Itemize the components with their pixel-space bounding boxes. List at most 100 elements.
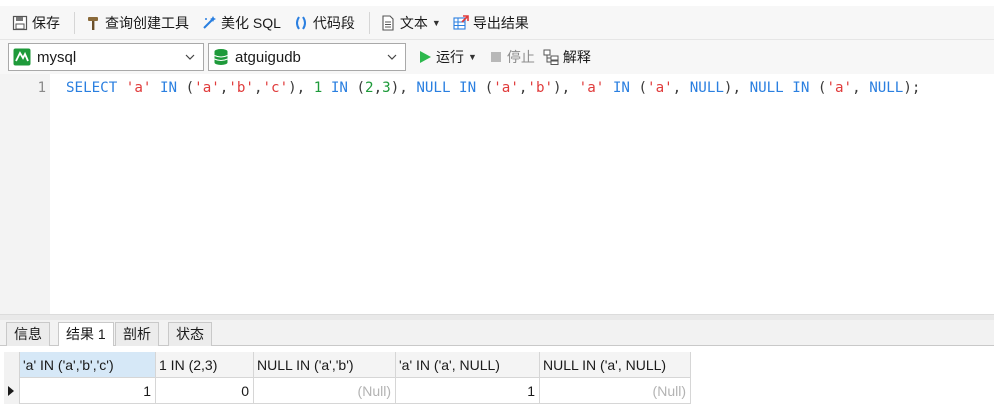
sql-whitespace (604, 80, 613, 96)
main-toolbar: 保存 查询创建工具 美化 SQL 代码段 文本 ▼ 导出结果 (0, 6, 994, 40)
stop-label: 停止 (506, 49, 535, 65)
sql-string-literal: 'a' (647, 80, 673, 96)
export-result-button[interactable]: 导出结果 (449, 11, 533, 35)
sql-punctuation: ( (185, 80, 195, 96)
sql-keyword: SELECT (66, 80, 118, 96)
sql-punctuation: , (732, 80, 742, 96)
sql-punctuation: ) (288, 80, 297, 96)
sql-whitespace (861, 80, 870, 96)
table-cell[interactable]: 1 (20, 378, 156, 404)
text-label: 文本 (399, 14, 428, 31)
beautify-sql-label: 美化 SQL (221, 14, 281, 31)
parentheses-icon (295, 15, 306, 30)
column-header[interactable]: NULL IN ('a','b') (254, 352, 396, 378)
sql-punctuation: , (672, 80, 682, 96)
sql-whitespace (570, 80, 579, 96)
sql-whitespace (784, 80, 793, 96)
current-row-arrow-icon (8, 386, 14, 396)
table-cell[interactable]: 0 (156, 378, 254, 404)
stop-icon (490, 52, 501, 62)
chevron-down-icon (387, 54, 397, 60)
row-indicator-column (4, 352, 20, 404)
sql-punctuation: ; (911, 80, 921, 96)
export-icon (453, 14, 469, 30)
sql-keyword: IN (330, 80, 348, 96)
snippet-label: 代码段 (312, 14, 355, 31)
save-button[interactable]: 保存 (8, 11, 64, 35)
hammer-icon (88, 16, 98, 30)
sql-punctuation: , (296, 80, 306, 96)
result-tabs: 信息 结果 1 剖析 状态 (0, 320, 994, 347)
column-header[interactable]: 'a' IN ('a', NULL) (396, 352, 540, 378)
sql-keyword: IN (159, 80, 178, 96)
line-number-gutter: 1 (0, 74, 50, 314)
chevron-down-icon: ▼ (468, 52, 477, 62)
column-header[interactable]: 'a' IN ('a','b','c') (20, 352, 156, 378)
tab-result-1[interactable]: 结果 1 (58, 322, 114, 347)
result-grid[interactable]: 'a' IN ('a','b','c') 1 IN (2,3) NULL IN … (0, 346, 994, 416)
toolbar-separator (368, 11, 370, 34)
sql-string-literal: 'a' (493, 80, 519, 96)
export-result-label: 导出结果 (472, 14, 529, 31)
sql-whitespace (451, 80, 460, 96)
table-cell-null[interactable]: (Null) (540, 378, 691, 404)
beautify-sql-button[interactable]: 美化 SQL (197, 11, 285, 35)
sql-number: 2 (365, 80, 374, 96)
text-button[interactable]: 文本 ▼ (376, 11, 445, 35)
query-builder-button[interactable]: 查询创建工具 (81, 11, 193, 35)
tab-info[interactable]: 信息 (6, 322, 50, 346)
table-cell[interactable]: 1 (396, 378, 540, 404)
sql-string-literal: 'a' (578, 80, 605, 96)
explain-button[interactable]: 解释 (543, 47, 591, 67)
sql-punctuation: , (253, 80, 263, 96)
sql-whitespace (305, 80, 314, 96)
tab-profile[interactable]: 剖析 (115, 322, 159, 346)
sql-punctuation: ) (390, 80, 400, 96)
run-button[interactable]: 运行 ▼ (418, 47, 477, 67)
sql-punctuation: , (399, 80, 408, 96)
save-icon (12, 15, 28, 30)
sql-string-literal: 'b' (228, 80, 254, 96)
sql-keyword: NULL (869, 80, 904, 96)
snippet-button[interactable]: 代码段 (289, 11, 359, 35)
save-label: 保存 (32, 14, 60, 31)
sql-whitespace (151, 80, 160, 96)
sql-string-literal: 'a' (826, 80, 853, 96)
chevron-down-icon (185, 54, 195, 60)
sql-whitespace (117, 80, 126, 96)
query-builder-label: 查询创建工具 (105, 14, 189, 31)
sql-whitespace (741, 80, 750, 96)
column-header[interactable]: 1 IN (2,3) (156, 352, 254, 378)
sql-punctuation: , (852, 80, 861, 96)
stop-button[interactable]: 停止 (489, 47, 535, 67)
explain-icon (543, 49, 559, 65)
database-select[interactable]: atguigudb (208, 43, 406, 71)
document-icon (382, 14, 394, 31)
sql-editor[interactable]: 1 SELECT 'a' IN ('a','b','c'), 1 IN (2,3… (0, 74, 994, 314)
play-icon (420, 51, 431, 63)
sql-keyword: IN (612, 80, 630, 96)
sql-number: 3 (382, 80, 391, 96)
sql-string-literal: 'b' (527, 80, 554, 96)
sql-code-line[interactable]: SELECT 'a' IN ('a','b','c'), 1 IN (2,3),… (66, 80, 920, 96)
sql-punctuation: ) (903, 80, 912, 96)
sql-keyword: IN (459, 80, 477, 96)
magic-wand-icon (203, 15, 216, 29)
toolbar-separator (74, 11, 75, 34)
sql-whitespace (322, 80, 331, 96)
sql-punctuation: , (373, 80, 383, 96)
sql-keyword: IN (792, 80, 810, 96)
sql-punctuation: ( (356, 80, 366, 96)
column-header[interactable]: NULL IN ('a', NULL) (540, 352, 691, 378)
sql-whitespace (348, 80, 357, 96)
tab-status[interactable]: 状态 (168, 322, 212, 346)
run-label: 运行 (436, 49, 464, 65)
explain-label: 解释 (562, 49, 591, 65)
sql-punctuation: ) (553, 80, 562, 96)
sql-keyword: NULL (749, 80, 784, 96)
sql-string-literal: 'a' (194, 80, 220, 96)
sql-whitespace (476, 80, 485, 96)
connection-bar: mysql atguigudb 运行 ▼ 停止 解释 (0, 40, 994, 74)
table-cell-null[interactable]: (Null) (254, 378, 396, 404)
connection-select[interactable]: mysql (8, 43, 204, 71)
